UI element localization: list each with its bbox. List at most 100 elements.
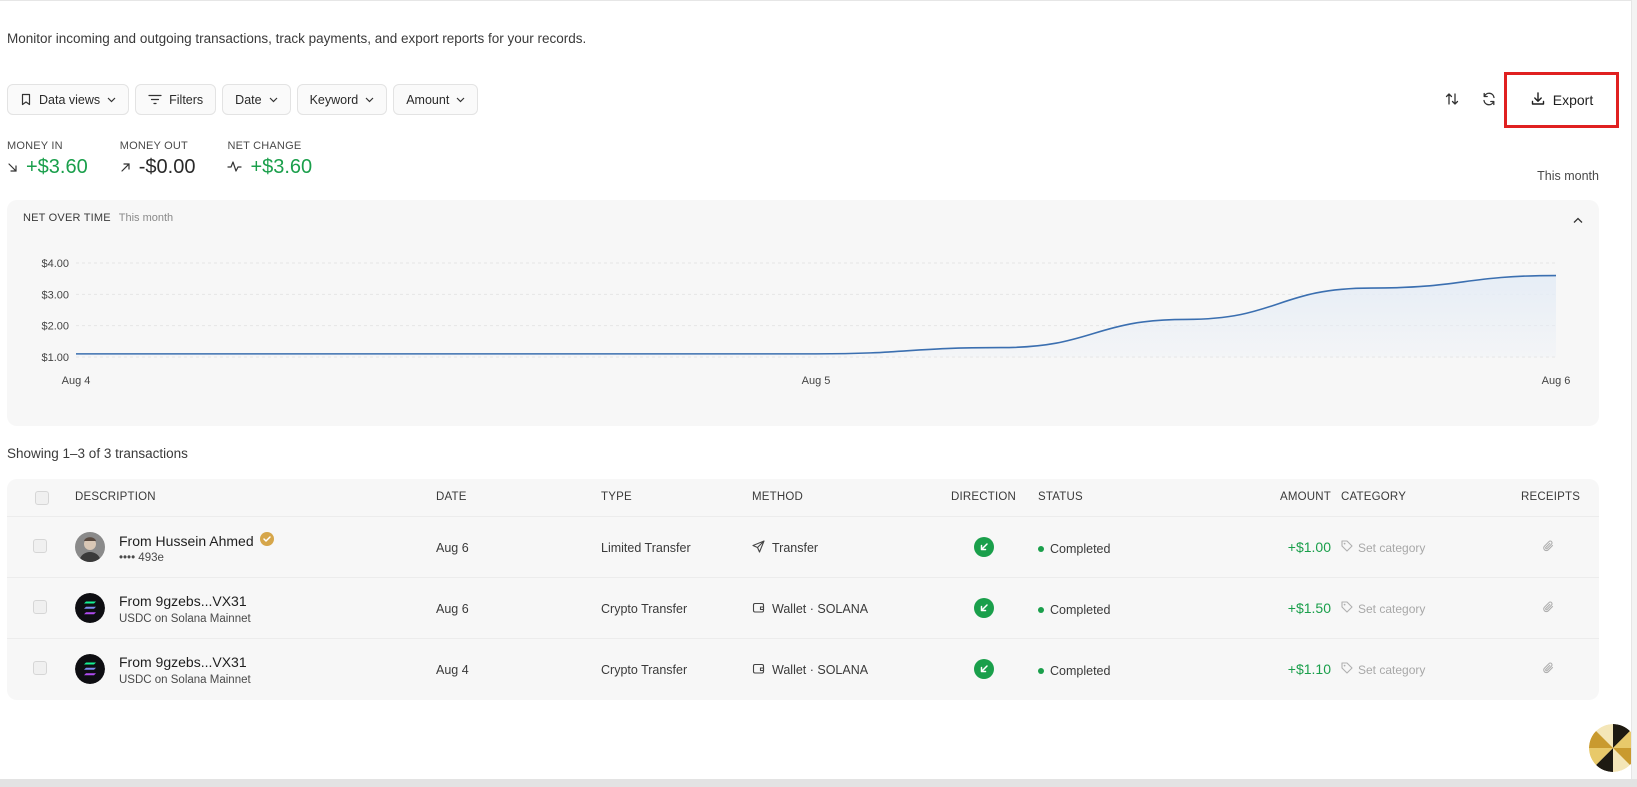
header-receipts: RECEIPTS	[1521, 491, 1581, 503]
chevron-down-icon	[269, 97, 278, 103]
export-button[interactable]: Export	[1504, 72, 1619, 128]
net-change-value: +$3.60	[250, 156, 313, 178]
incoming-arrow-icon	[974, 537, 994, 557]
header-date: DATE	[436, 491, 467, 503]
receipt-attach-button[interactable]	[1542, 539, 1555, 556]
category-label: Set category	[1358, 662, 1426, 677]
paperclip-icon	[1542, 601, 1555, 617]
row-checkbox[interactable]	[33, 661, 47, 675]
tag-icon	[1341, 662, 1353, 677]
data-views-label: Data views	[39, 92, 101, 107]
money-in-value: +$3.60	[26, 156, 88, 178]
chart-title: NET OVER TIME This month	[23, 212, 173, 224]
send-icon	[752, 540, 765, 556]
header-direction: DIRECTION	[951, 491, 1017, 503]
export-label: Export	[1552, 92, 1594, 108]
y-tick-label: $3.00	[41, 289, 69, 301]
description-title: From Hussein Ahmed	[119, 532, 274, 549]
description-sub: USDC on Solana Mainnet	[119, 613, 251, 625]
money-out-label: MONEY OUT	[119, 140, 188, 152]
description-title: From 9gzebs...VX31	[119, 593, 247, 609]
bookmark-icon	[20, 93, 32, 106]
filter-toolbar: Data views Filters Date Keyword Amount	[7, 84, 479, 115]
arrow-down-right-icon	[7, 156, 18, 179]
wallet-icon	[752, 601, 765, 617]
table-row[interactable]: From 9gzebs...VX31 USDC on Solana Mainne…	[7, 639, 1599, 700]
series-area	[76, 275, 1556, 357]
receipt-attach-button[interactable]	[1542, 661, 1555, 678]
type-cell: Crypto Transfer	[601, 602, 688, 616]
chevron-down-icon	[365, 97, 374, 103]
date-cell: Aug 6	[436, 541, 469, 555]
y-tick-label: $4.00	[41, 258, 69, 270]
status-dot-icon	[1038, 607, 1044, 613]
method-label: Wallet · SOLANA	[772, 602, 869, 616]
tag-icon	[1341, 601, 1353, 616]
data-views-button[interactable]: Data views	[7, 84, 130, 115]
incoming-arrow-icon	[974, 659, 994, 679]
wallet-icon	[752, 662, 765, 678]
filter-icon	[148, 94, 162, 105]
scrollbar-track[interactable]	[1631, 0, 1637, 787]
type-cell: Limited Transfer	[601, 541, 691, 555]
refresh-button[interactable]	[1477, 88, 1501, 112]
top-divider	[0, 0, 1637, 1]
date-filter-button[interactable]: Date	[222, 84, 291, 115]
x-tick-label: Aug 4	[62, 375, 91, 387]
sort-arrows-icon	[1444, 91, 1460, 110]
money-in-label: MONEY IN	[7, 140, 63, 152]
verified-badge-icon	[259, 532, 274, 549]
table-row[interactable]: From 9gzebs...VX31 USDC on Solana Mainne…	[7, 578, 1599, 639]
amount-filter-button[interactable]: Amount	[393, 84, 479, 115]
category-label: Set category	[1358, 540, 1426, 555]
y-tick-label: $2.00	[41, 321, 69, 333]
status-badge: Completed	[1038, 542, 1110, 556]
set-category-button[interactable]: Set category	[1341, 662, 1425, 677]
period-label: This month	[1537, 169, 1599, 183]
date-cell: Aug 4	[436, 663, 469, 677]
description-sub: USDC on Solana Mainnet	[119, 674, 251, 686]
set-category-button[interactable]: Set category	[1341, 540, 1425, 555]
header-method: METHOD	[752, 491, 804, 503]
status-dot-icon	[1038, 546, 1044, 552]
keyword-filter-button[interactable]: Keyword	[296, 84, 388, 115]
method-cell: Wallet · SOLANA	[752, 601, 868, 617]
avatar	[75, 532, 105, 562]
status-badge: Completed	[1038, 603, 1110, 617]
row-checkbox[interactable]	[33, 600, 47, 614]
chevron-up-icon	[1573, 212, 1583, 227]
description-title-text: From Hussein Ahmed	[119, 532, 254, 549]
category-label: Set category	[1358, 601, 1426, 616]
row-checkbox[interactable]	[33, 539, 47, 553]
summary-stats: MONEY IN +$3.60 MONEY OUT -$0.00 NET CHA…	[7, 140, 344, 179]
status-label: Completed	[1050, 542, 1111, 556]
sort-button[interactable]	[1440, 88, 1464, 112]
header-description: DESCRIPTION	[75, 491, 156, 503]
amount-label: Amount	[406, 92, 450, 107]
chart-title-text: NET OVER TIME	[23, 212, 111, 224]
net-over-time-card: $1.00 $2.00 $3.00 $4.00 Aug 4 Aug 5 Aug 6 NET …	[7, 200, 1599, 426]
receipt-attach-button[interactable]	[1542, 600, 1555, 617]
filters-button[interactable]: Filters	[135, 84, 217, 115]
amount-cell: +$1.50	[1287, 600, 1331, 616]
x-tick-label: Aug 6	[1542, 375, 1571, 387]
select-all-checkbox[interactable]	[35, 491, 49, 505]
money-out-value: -$0.00	[138, 156, 196, 178]
method-label: Transfer	[772, 541, 819, 555]
header-status: STATUS	[1038, 491, 1083, 503]
table-header: DESCRIPTION DATE TYPE METHOD DIRECTION S…	[7, 479, 1599, 517]
status-label: Completed	[1050, 664, 1111, 678]
assistant-fab-button[interactable]	[1589, 724, 1637, 772]
tag-icon	[1341, 540, 1353, 555]
status-dot-icon	[1038, 668, 1044, 674]
collapse-chart-button[interactable]	[1573, 212, 1583, 227]
method-cell: Transfer	[752, 540, 818, 556]
table-row[interactable]: From Hussein Ahmed •••• 493e Aug 6 Limit…	[7, 517, 1599, 578]
paperclip-icon	[1542, 662, 1555, 678]
set-category-button[interactable]: Set category	[1341, 601, 1425, 616]
download-icon	[1530, 91, 1546, 110]
transactions-table: DESCRIPTION DATE TYPE METHOD DIRECTION S…	[7, 479, 1599, 700]
x-tick-label: Aug 5	[802, 375, 831, 387]
header-type: TYPE	[601, 491, 632, 503]
net-over-time-chart: $1.00 $2.00 $3.00 $4.00 Aug 4 Aug 5 Aug 6	[41, 258, 1571, 387]
